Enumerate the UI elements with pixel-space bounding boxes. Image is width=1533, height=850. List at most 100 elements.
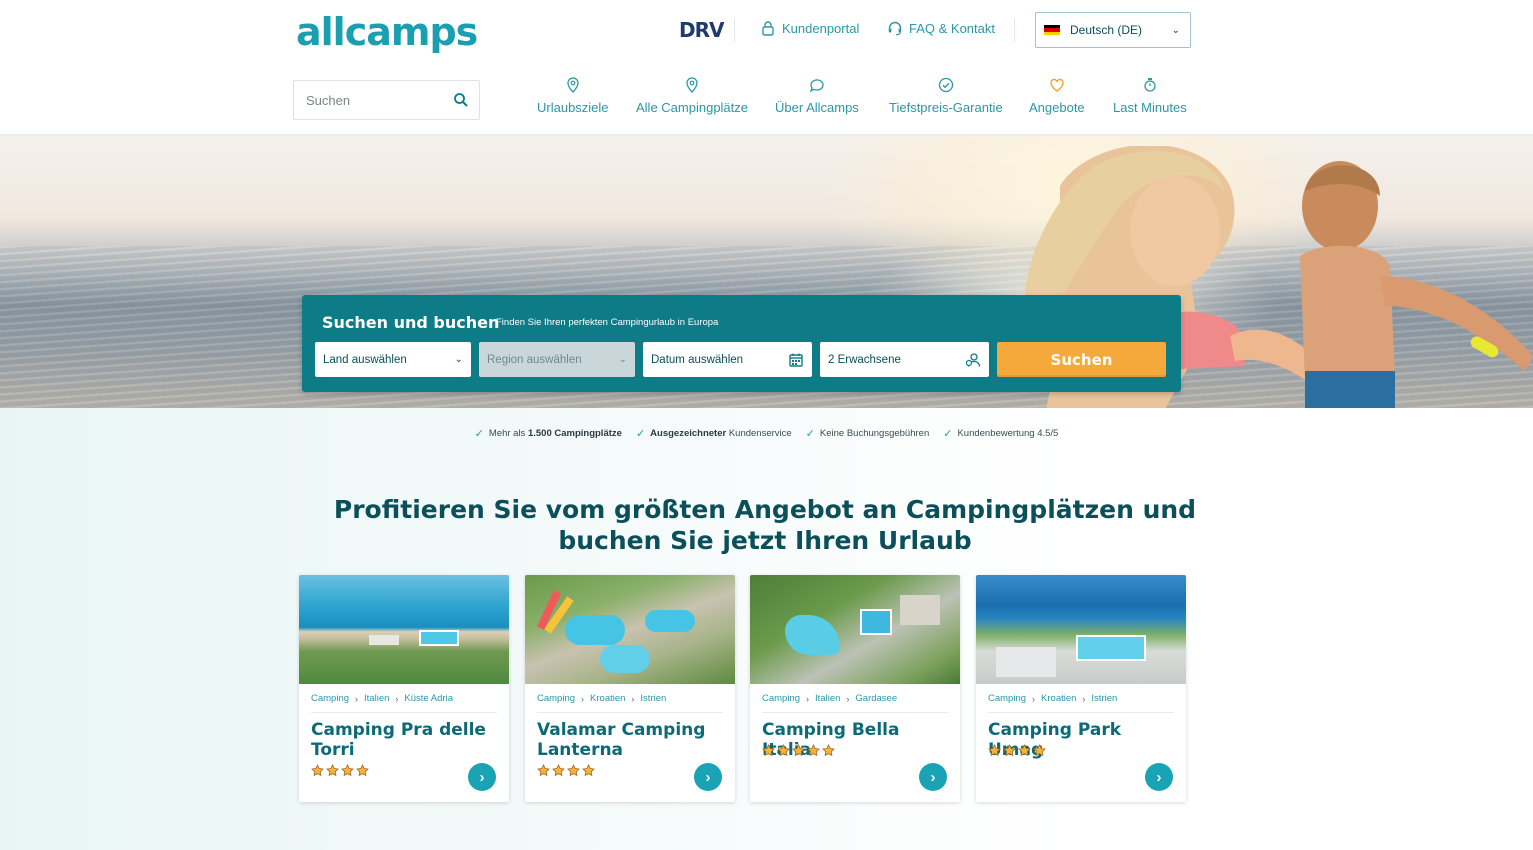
calendar-icon <box>789 353 803 367</box>
star-icon <box>311 764 324 777</box>
divider <box>1014 18 1015 42</box>
star-icon <box>1018 744 1031 757</box>
nav-label: Last Minutes <box>1113 100 1187 115</box>
check-icon: ✓ <box>943 428 953 440</box>
nav-last-minutes[interactable]: Last Minutes <box>1113 76 1187 115</box>
region-label: Region auswählen <box>487 353 582 366</box>
country-select[interactable]: Land auswählen ⌄ <box>315 342 471 377</box>
star-icon <box>777 744 790 757</box>
breadcrumb: Camping › Kroatien › Istrien <box>988 693 1117 704</box>
breadcrumb-item[interactable]: Italien <box>815 693 840 704</box>
breadcrumb-item[interactable]: Gardasee <box>855 693 897 704</box>
chevron-right-icon: › <box>806 693 810 704</box>
star-icon <box>582 764 595 777</box>
chevron-right-icon: › <box>846 693 850 704</box>
nav-label: Über Allcamps <box>775 100 859 115</box>
breadcrumb-item[interactable]: Italien <box>364 693 389 704</box>
arrow-right-button[interactable]: › <box>919 763 947 791</box>
search-icon[interactable] <box>453 92 469 108</box>
breadcrumb-item[interactable]: Istrien <box>1091 693 1117 704</box>
star-rating <box>537 764 595 777</box>
star-icon <box>988 744 1001 757</box>
nav-alle-campingplaetze[interactable]: Alle Campingplätze <box>636 76 748 115</box>
date-picker[interactable]: Datum auswählen <box>643 342 812 377</box>
breadcrumb-item[interactable]: Istrien <box>640 693 666 704</box>
hero-banner: Suchen und buchen Finden Sie Ihren perfe… <box>0 136 1533 408</box>
star-rating <box>988 744 1046 757</box>
booking-widget: Suchen und buchen Finden Sie Ihren perfe… <box>302 295 1181 392</box>
campsite-photo <box>976 575 1186 684</box>
star-icon <box>326 764 339 777</box>
chevron-right-icon: › <box>1082 693 1086 704</box>
nav-label: Urlaubsziele <box>537 100 609 115</box>
campsite-card[interactable]: Camping › Kroatien › Istrien Valamar Campi… <box>525 575 735 802</box>
campsite-title[interactable]: Camping Pra delle Torri <box>311 720 497 760</box>
arrow-right-button[interactable]: › <box>1145 763 1173 791</box>
chevron-down-icon: ⌄ <box>1171 24 1180 36</box>
chevron-down-icon: ⌄ <box>454 354 463 365</box>
map-pin-icon <box>686 77 698 93</box>
nav-label: Tiefstpreis-Garantie <box>889 100 1003 115</box>
customer-portal-label: Kundenportal <box>782 20 860 36</box>
star-icon <box>552 764 565 777</box>
allcamps-logo[interactable]: allcamps <box>296 10 478 54</box>
breadcrumb-item[interactable]: Camping <box>988 693 1026 704</box>
stopwatch-icon <box>1144 78 1156 92</box>
star-icon <box>356 764 369 777</box>
search-button[interactable]: Suchen <box>997 342 1166 377</box>
campsite-photo <box>299 575 509 684</box>
search-input[interactable] <box>306 92 436 108</box>
check-icon: ✓ <box>474 428 484 440</box>
campsite-photo <box>750 575 960 684</box>
customer-portal-link[interactable]: Kundenportal <box>760 20 859 36</box>
star-icon <box>1003 744 1016 757</box>
campsite-card[interactable]: Camping › Italien › Gardasee Camping Bella… <box>750 575 960 802</box>
check-icon: ✓ <box>805 428 815 440</box>
region-select[interactable]: Region auswählen ⌄ <box>479 342 635 377</box>
language-select[interactable]: Deutsch (DE) ⌄ <box>1035 12 1191 48</box>
chevron-down-icon: ⌄ <box>618 354 627 365</box>
star-rating <box>311 764 369 777</box>
nav-ueber-allcamps[interactable]: Über Allcamps <box>775 76 859 115</box>
lock-icon <box>762 21 774 36</box>
campsite-title[interactable]: Valamar Camping Lanterna <box>537 720 723 760</box>
faq-contact-label: FAQ & Kontakt <box>909 20 995 36</box>
arrow-right-button[interactable]: › <box>694 763 722 791</box>
faq-contact-link[interactable]: FAQ & Kontakt <box>887 20 995 36</box>
guests-icon <box>965 352 981 367</box>
campsite-card[interactable]: Camping › Italien › Küste Adria Camping Pr… <box>299 575 509 802</box>
usp-item: ✓ Ausgezeichneter Kundenservice <box>635 428 792 440</box>
map-pin-icon <box>567 77 579 93</box>
nav-label: Alle Campingplätze <box>636 100 749 115</box>
star-icon <box>762 744 775 757</box>
nav-tiefstpreis-garantie[interactable]: Tiefstpreis-Garantie <box>889 76 1003 115</box>
usp-item: ✓ Mehr als 1.500 Campingplätze <box>474 428 622 440</box>
germany-flag-icon <box>1044 25 1060 35</box>
arrow-right-button[interactable]: › <box>468 763 496 791</box>
headset-icon <box>888 21 902 36</box>
guests-label: 2 Erwachsene <box>828 353 901 366</box>
guests-select[interactable]: 2 Erwachsene <box>820 342 989 377</box>
breadcrumb-item[interactable]: Kroatien <box>1041 693 1076 704</box>
check-circle-icon <box>938 77 953 93</box>
breadcrumb-item[interactable]: Kroatien <box>590 693 625 704</box>
chevron-right-icon: › <box>395 693 399 704</box>
breadcrumb-item[interactable]: Küste Adria <box>404 693 453 704</box>
chevron-right-icon: › <box>1032 693 1036 704</box>
date-label: Datum auswählen <box>651 353 744 366</box>
usp-item: ✓ Keine Buchungsgebühren <box>805 428 930 440</box>
nav-angebote[interactable]: Angebote <box>1029 76 1085 115</box>
hero-boy-image <box>1300 161 1533 408</box>
breadcrumb-item[interactable]: Camping <box>762 693 800 704</box>
campsite-card[interactable]: Camping › Kroatien › Istrien Camping Park … <box>976 575 1186 802</box>
breadcrumb-item[interactable]: Camping <box>537 693 575 704</box>
heart-icon <box>1050 78 1064 92</box>
breadcrumb-item[interactable]: Camping <box>311 693 349 704</box>
chevron-right-icon: › <box>581 693 585 704</box>
breadcrumb: Camping › Italien › Gardasee <box>762 693 897 704</box>
star-icon <box>822 744 835 757</box>
nav-label: Angebote <box>1029 100 1085 115</box>
country-label: Land auswählen <box>323 353 407 366</box>
nav-urlaubsziele[interactable]: Urlaubsziele <box>537 76 609 115</box>
site-header: allcamps DRV Kundenportal FAQ & Kontakt … <box>0 0 1533 136</box>
